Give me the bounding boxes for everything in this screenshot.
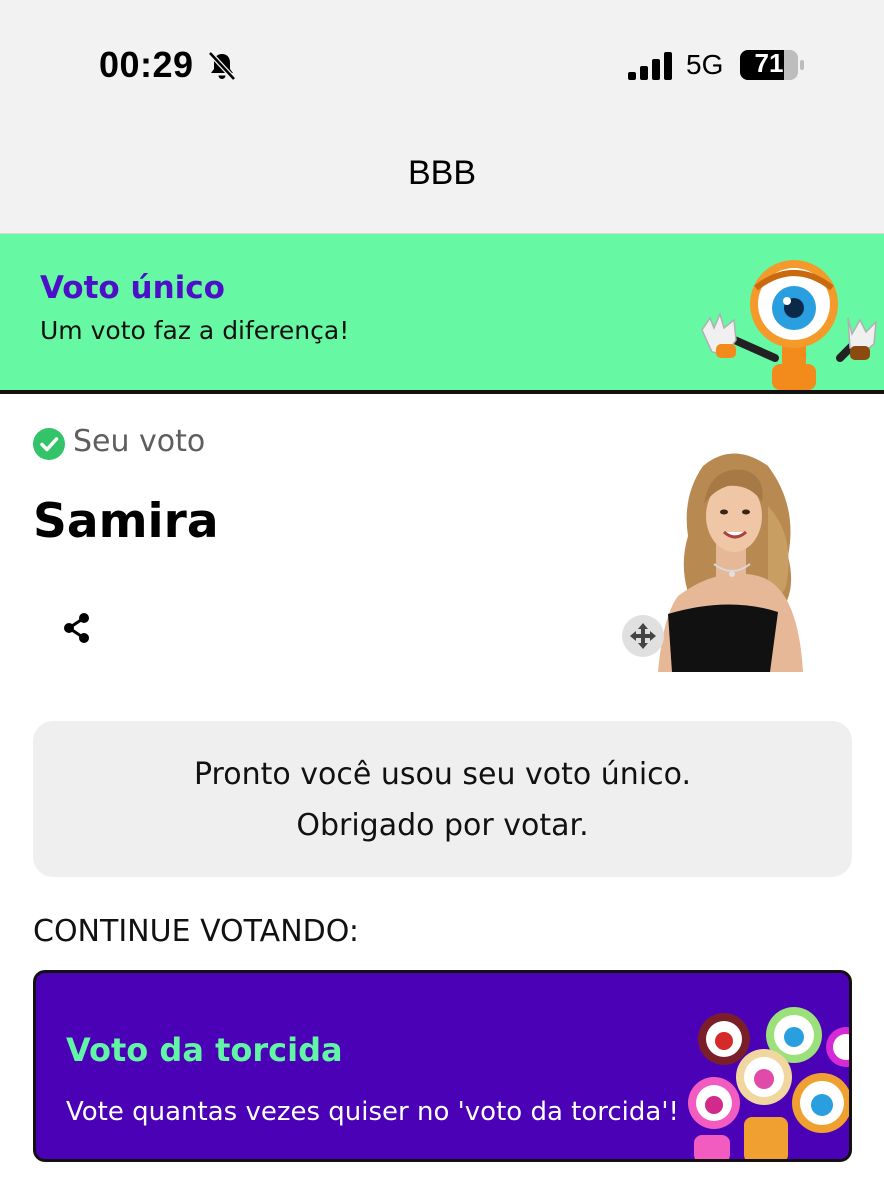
move-button[interactable] [622, 615, 664, 657]
navigation-bar: BBB [0, 120, 884, 234]
card-title: Voto da torcida [66, 1031, 343, 1069]
banner-title: Voto único [40, 270, 225, 306]
confirmation-line-1: Pronto você usou seu voto único. [193, 757, 692, 792]
voto-da-torcida-card[interactable]: Voto da torcida Vote quantas vezes quise… [33, 970, 852, 1162]
signal-icon [628, 52, 672, 80]
voto-unico-banner: Voto único Um voto faz a diferença! [0, 234, 884, 394]
network-type: 5G [686, 49, 724, 80]
continue-voting-heading: CONTINUE VOTANDO: [33, 914, 359, 949]
bell-muted-icon [208, 51, 236, 81]
page-title: BBB [407, 154, 477, 192]
status-time: 00:29 [99, 44, 194, 85]
check-circle-icon [33, 428, 65, 460]
move-icon [630, 623, 656, 649]
confirmation-line-2: Obrigado por votar. [296, 808, 589, 843]
vote-confirmation-box: Pronto você usou seu voto único. Obrigad… [33, 721, 852, 877]
battery-level: 71 [754, 48, 784, 78]
candidate-name: Samira [33, 494, 219, 549]
banner-subtitle: Um voto faz a diferença! [40, 316, 350, 345]
vote-status-label: Seu voto [73, 424, 206, 459]
candidate-photo [658, 453, 803, 672]
share-icon[interactable] [62, 612, 92, 644]
status-bar: 00:29 5G 71 [0, 0, 884, 120]
eye-mascot-image [701, 260, 877, 390]
card-subtitle: Vote quantas vezes quiser no 'voto da to… [66, 1097, 679, 1127]
eye-mascots-group-image [688, 1007, 849, 1159]
